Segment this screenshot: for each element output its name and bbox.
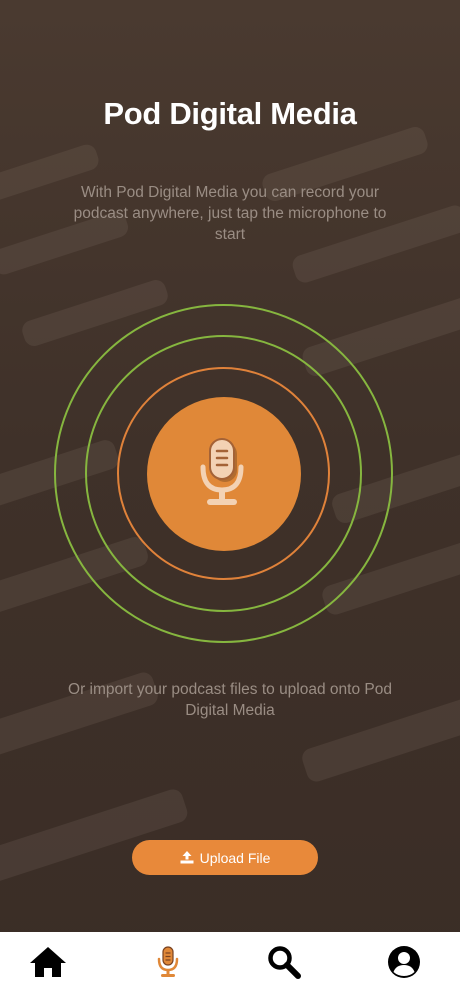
bottom-navigation (0, 932, 460, 996)
upload-icon (180, 851, 194, 864)
nav-item-profile[interactable] (382, 942, 426, 982)
record-control (50, 300, 400, 650)
intro-text: With Pod Digital Media you can record yo… (73, 184, 387, 243)
microphone-icon (157, 946, 179, 977)
search-icon (268, 946, 301, 979)
nav-item-record[interactable] (146, 942, 190, 982)
microphone-icon (200, 438, 244, 505)
user-circle-icon (388, 946, 420, 978)
record-button[interactable] (147, 397, 301, 551)
record-screen: Pod Digital Media With Pod Digital Media… (0, 0, 460, 996)
nav-item-home[interactable] (26, 942, 70, 982)
page-title: Pod Digital Media (103, 96, 357, 131)
upload-file-label: Upload File (199, 849, 271, 866)
upload-file-button[interactable]: Upload File (132, 840, 318, 875)
nav-item-search[interactable] (262, 942, 306, 982)
import-text: Or import your podcast files to upload o… (68, 681, 392, 719)
home-icon (30, 947, 66, 977)
